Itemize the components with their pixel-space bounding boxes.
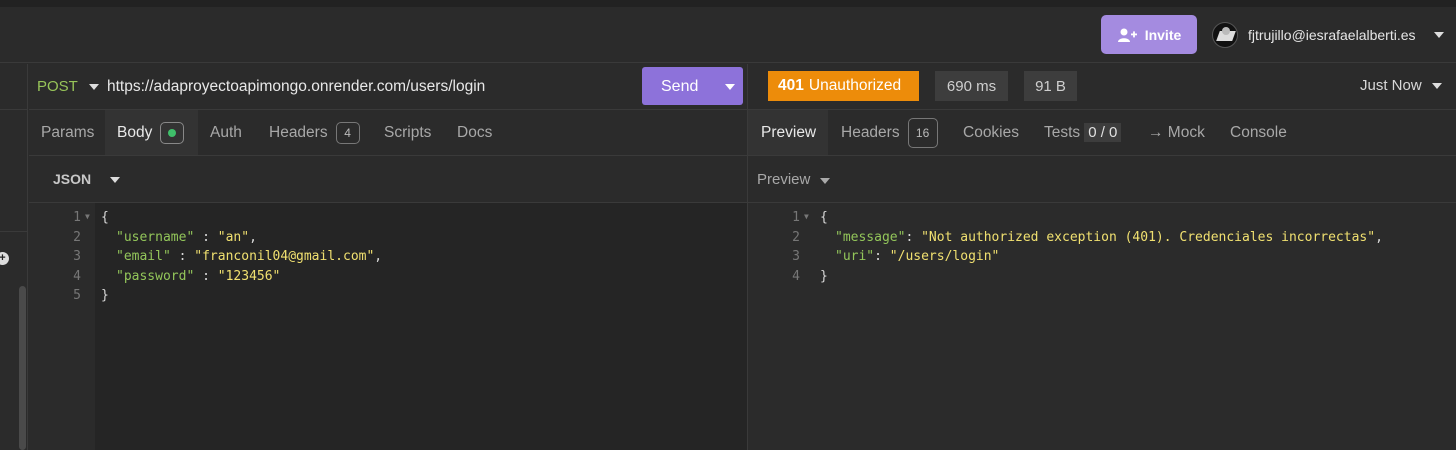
line-number: 3 [792, 249, 800, 264]
tab-label: Docs [457, 123, 493, 141]
timestamp: Just Now [1360, 77, 1422, 94]
send-button[interactable]: Send [642, 67, 743, 105]
body-type-select[interactable]: JSON [53, 171, 91, 187]
invite-label: Invite [1144, 26, 1182, 43]
headers-count-badge: 4 [335, 121, 360, 144]
sidebar-header [0, 64, 28, 110]
tab-docs[interactable]: Docs [457, 110, 492, 155]
url-input[interactable]: https://adaproyectoapimongo.onrender.com… [107, 78, 485, 96]
body-status-badge [160, 121, 185, 144]
code-area[interactable]: { "username" : "an", "email" : "franconi… [95, 203, 747, 450]
tab-tests[interactable]: Tests 0 / 0 [1044, 110, 1122, 155]
tab-label: Body [117, 123, 153, 141]
line-number: 5 [73, 288, 81, 303]
line-number: 4 [792, 268, 800, 284]
tab-console[interactable]: Console [1230, 110, 1287, 155]
response-status-bar: 401 Unauthorized 690 ms 91 B Just Now [748, 64, 1456, 110]
tab-auth[interactable]: Auth [210, 110, 242, 155]
status-text: Unauthorized [808, 77, 902, 94]
invite-button[interactable]: Invite [1101, 15, 1197, 54]
tab-scripts[interactable]: Scripts [384, 110, 431, 155]
tab-label: Scripts [384, 123, 432, 141]
code-line: { [101, 210, 109, 225]
code-line: "username" : "an", [116, 229, 257, 245]
line-gutter: 1 ▼ 2 3 4 [748, 203, 814, 450]
avatar [1212, 22, 1238, 48]
response-tabs: Preview Headers 16 Cookies Tests 0 / 0 →… [748, 110, 1456, 156]
tab-label: Preview [761, 123, 817, 141]
tab-label: Auth [210, 123, 242, 141]
line-number: 1 [73, 210, 81, 225]
tab-label: Console [1230, 123, 1287, 141]
sidebar-scrollbar[interactable] [19, 286, 26, 450]
method-select[interactable]: POST [37, 78, 78, 95]
headers-count-badge: 16 [907, 117, 938, 148]
chevron-down-icon [1431, 82, 1442, 89]
status-badge: 401 Unauthorized [768, 71, 919, 101]
chevron-down-icon [1433, 32, 1444, 38]
code-line: "message": "Not authorized exception (40… [835, 229, 1383, 245]
tab-headers[interactable]: Headers 4 [269, 110, 360, 155]
request-tabs: Params Body Auth Headers 4 Scripts Docs [29, 110, 747, 156]
chevron-down-icon[interactable] [89, 84, 99, 90]
tab-label: Cookies [963, 123, 1019, 141]
fold-icon[interactable]: ▼ [804, 212, 809, 221]
tab-preview[interactable]: Preview [748, 110, 828, 155]
user-email: fjtrujillo@iesrafaelalberti.es [1248, 27, 1416, 43]
fold-icon[interactable]: ▼ [85, 212, 90, 221]
code-line: } [101, 288, 109, 303]
status-dot-icon [168, 128, 177, 137]
tab-label: Headers [269, 123, 328, 141]
preview-mode-select[interactable]: Preview [757, 171, 810, 188]
tab-params[interactable]: Params [41, 110, 94, 155]
chevron-down-icon[interactable] [110, 177, 120, 183]
window-top-strip [0, 0, 1456, 7]
top-bar: Invite fjtrujillo@iesrafaelalberti.es [0, 7, 1456, 63]
line-number: 2 [73, 229, 81, 245]
tab-label: Headers [841, 123, 900, 141]
tests-count-badge: 0 / 0 [1084, 123, 1122, 142]
request-body-editor[interactable]: 1 ▼ 2 3 4 5 { "username" : "an", "email"… [29, 203, 747, 450]
chevron-down-icon[interactable] [820, 178, 830, 184]
tab-cookies[interactable]: Cookies [963, 110, 1019, 155]
add-icon[interactable]: + [0, 252, 9, 265]
response-panel: 401 Unauthorized 690 ms 91 B Just Now Pr… [747, 64, 1456, 450]
user-menu[interactable]: fjtrujillo@iesrafaelalberti.es [1212, 21, 1444, 49]
chevron-down-icon[interactable] [725, 84, 735, 90]
tab-body[interactable]: Body [105, 110, 198, 155]
code-line: "password" : "123456" [116, 268, 281, 284]
send-label: Send [661, 78, 699, 95]
status-code: 401 [778, 77, 804, 94]
code-line: { [820, 210, 828, 225]
request-panel: POST https://adaproyectoapimongo.onrende… [29, 64, 747, 450]
divider [0, 231, 28, 232]
tab-label: Tests [1044, 123, 1081, 141]
preview-mode-bar: Preview [748, 156, 1456, 203]
code-area[interactable]: { "message": "Not authorized exception (… [814, 203, 1456, 450]
line-number: 4 [73, 268, 81, 284]
code-line: "email" : "franconil04@gmail.com", [116, 249, 383, 264]
tab-mock[interactable]: → Mock [1148, 110, 1205, 155]
collapsed-sidebar: + [0, 64, 28, 450]
line-number: 1 [792, 210, 800, 225]
history-select[interactable]: Just Now [1360, 77, 1442, 94]
response-body-viewer[interactable]: 1 ▼ 2 3 4 { "message": "Not authorized e… [748, 203, 1456, 450]
response-size: 91 B [1024, 71, 1077, 101]
tab-response-headers[interactable]: Headers 16 [841, 110, 938, 155]
add-user-icon [1117, 28, 1137, 42]
tab-label: Params [41, 123, 95, 141]
line-number: 3 [73, 249, 81, 264]
response-time: 690 ms [935, 71, 1008, 101]
line-gutter: 1 ▼ 2 3 4 5 [29, 203, 95, 450]
code-line: } [820, 268, 828, 284]
url-bar: POST https://adaproyectoapimongo.onrende… [29, 64, 747, 110]
line-number: 2 [792, 229, 800, 245]
body-type-bar: JSON [29, 156, 747, 203]
code-line: "uri": "/users/login" [835, 249, 1000, 264]
tab-label: → Mock [1148, 123, 1205, 141]
